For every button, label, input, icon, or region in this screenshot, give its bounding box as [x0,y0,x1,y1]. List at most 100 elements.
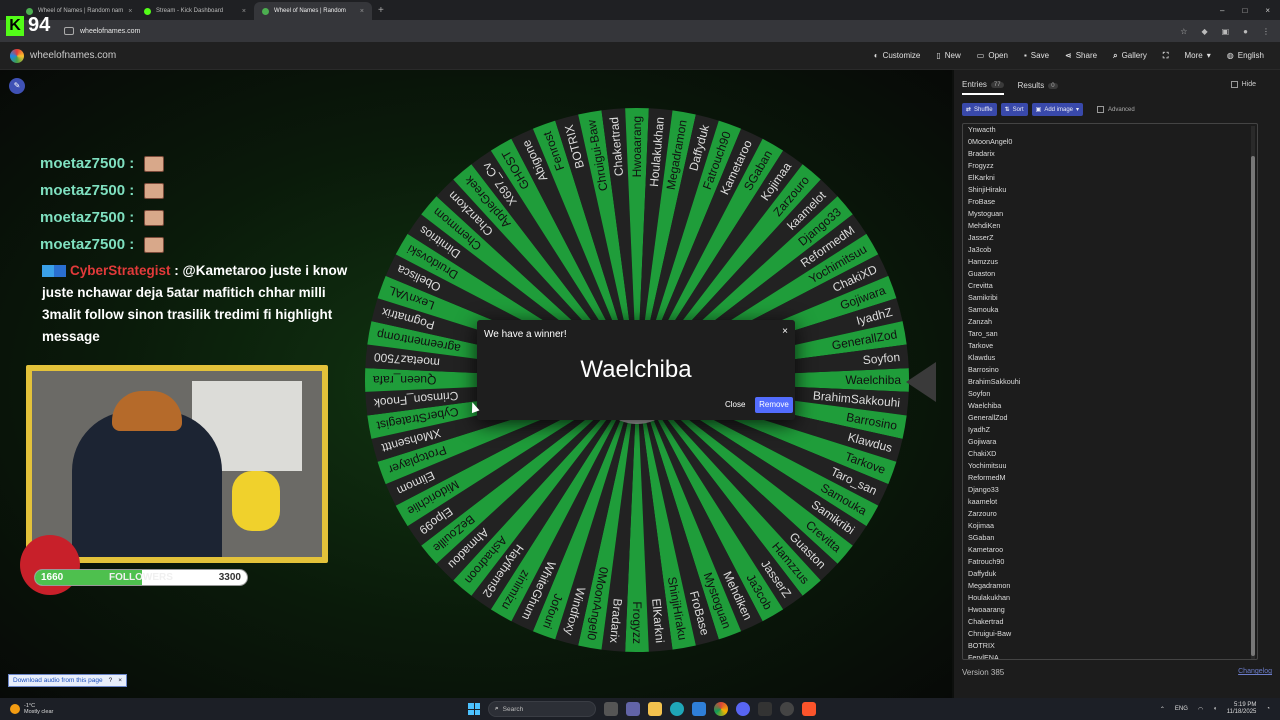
tray-overflow-icon[interactable]: ⌃ [1160,706,1165,713]
entry-line[interactable]: Django33 [963,484,1257,496]
scrollbar-thumb[interactable] [1251,156,1255,656]
customize-button[interactable]: ◐ Customize [874,51,921,61]
site-name[interactable]: wheelofnames.com [30,50,116,61]
store-icon[interactable] [692,702,706,716]
entry-line[interactable]: Yochimitsuu [963,460,1257,472]
entry-line[interactable]: Zarzouro [963,508,1257,520]
new-button[interactable]: ▯ New [936,51,960,61]
browser-tab-active[interactable]: Wheel of Names | Random × [254,2,372,20]
entry-line[interactable]: Tarkove [963,340,1257,352]
advanced-toggle[interactable]: Advanced [1097,106,1135,113]
minimize-icon[interactable]: – [1220,6,1224,15]
entries-textarea[interactable]: Ynwacth 0MoonAngel0 Bradarix Frogyzz ElKarkn… [962,123,1258,660]
download-audio-link[interactable]: Download audio from this page [13,677,103,684]
discord-icon[interactable] [736,702,750,716]
hide-toggle[interactable]: Hide [1230,81,1256,88]
entry-line[interactable]: Klawdus [963,352,1257,364]
dialog-close-icon[interactable]: × [782,326,788,337]
file-explorer-icon[interactable] [648,702,662,716]
add-image-button[interactable]: ▣ Add image ▾ [1031,103,1084,116]
entry-line[interactable]: Mystoguan [963,208,1257,220]
teams-icon[interactable] [626,702,640,716]
entries-scrollbar[interactable] [1251,126,1255,659]
entry-line[interactable]: Kojimaa [963,520,1257,532]
entry-line[interactable]: BOTRIX [963,640,1257,652]
entry-line[interactable]: SGaban [963,532,1257,544]
maximize-icon[interactable]: □ [1242,6,1247,15]
entry-line[interactable]: Hwoaarang [963,604,1257,616]
open-button[interactable]: ▭ Open [977,51,1008,61]
more-button[interactable]: More ▾ [1185,51,1211,61]
entry-line[interactable]: Frogyzz [963,160,1257,172]
entry-line[interactable]: kaamelot [963,496,1257,508]
entry-line[interactable]: MehdiKen [963,220,1257,232]
wifi-icon[interactable]: ◠ [1198,706,1203,713]
entry-line[interactable]: Soyfon [963,388,1257,400]
entry-line[interactable]: Zanzah [963,316,1257,328]
url-text[interactable]: wheelofnames.com [80,28,140,35]
entry-line[interactable]: Ja3cob [963,244,1257,256]
close-icon[interactable]: × [118,677,122,684]
close-button[interactable]: Close [725,400,745,409]
share-button[interactable]: ⋖ Share [1065,51,1097,61]
help-icon[interactable]: ? [109,677,113,684]
sort-button[interactable]: ⇅ Sort [1000,103,1028,116]
entry-line[interactable]: Samouka [963,304,1257,316]
entry-line[interactable]: Samikribi [963,292,1257,304]
changelog-link[interactable]: Changelog [1238,668,1272,675]
entry-line[interactable]: Kametaroo [963,544,1257,556]
entry-line[interactable]: Barrosino [963,364,1257,376]
entry-line[interactable]: Guaston [963,268,1257,280]
extension-icon[interactable]: ◆ [1201,27,1207,36]
entry-line[interactable]: GenerallZod [963,412,1257,424]
entry-line[interactable]: JasserZ [963,232,1257,244]
profile-avatar-icon[interactable]: ● [1243,27,1248,36]
new-tab-icon[interactable]: + [378,5,384,16]
obs-icon[interactable] [780,702,794,716]
gallery-button[interactable]: ⌕ Gallery [1113,51,1147,61]
entry-line[interactable]: Megadramon [963,580,1257,592]
entry-line[interactable]: Ynwacth [963,124,1257,136]
notification-bell-icon[interactable]: ◔ [1266,706,1270,712]
entry-line[interactable]: FroBase [963,196,1257,208]
entry-line[interactable]: BrahimSakkouhi [963,376,1257,388]
language-button[interactable]: ◍ English [1227,51,1264,61]
volume-icon[interactable]: ◖ [1213,706,1217,712]
entry-line[interactable]: Gojiwara [963,436,1257,448]
taskbar-search[interactable]: ⌕ Search [488,701,596,717]
entry-line[interactable]: Chruigui-Baw [963,628,1257,640]
entry-line[interactable]: Hamzzus [963,256,1257,268]
tab-entries[interactable]: Entries 77 [962,80,1004,95]
advanced-checkbox[interactable] [1097,106,1105,113]
terminal-icon[interactable] [758,702,772,716]
entry-line[interactable]: IyadhZ [963,424,1257,436]
edit-pencil-icon[interactable]: ✎ [9,78,25,94]
fullscreen-button[interactable]: ⛶ [1163,51,1169,61]
address-bar[interactable]: wheelofnames.com ☆ ◆ ▣ ● ⋮ [0,20,1280,42]
browser-menu-icon[interactable]: ⋮ [1262,27,1270,36]
entry-line[interactable]: Waelchiba [963,400,1257,412]
bookmark-star-icon[interactable]: ☆ [1180,27,1187,36]
entry-line[interactable]: ShinjiHiraku [963,184,1257,196]
entry-line[interactable]: Crevitta [963,280,1257,292]
entry-line[interactable]: ElKarkni [963,172,1257,184]
entry-line[interactable]: Daffyduk [963,568,1257,580]
wheel-logo-icon[interactable] [10,48,24,63]
entry-line[interactable]: 0MoonAngel0 [963,136,1257,148]
close-window-icon[interactable]: × [1265,6,1270,15]
entry-line[interactable]: FerylENA [963,652,1257,659]
entry-line[interactable]: Chakertrad [963,616,1257,628]
weather-widget[interactable]: -1°C Mostly clear [0,703,53,715]
chrome-icon[interactable] [714,702,728,716]
entry-line[interactable]: ChakiXD [963,448,1257,460]
clock[interactable]: 5:19 PM 11/18/2025 [1227,702,1257,716]
close-tab-icon[interactable]: × [242,8,246,15]
remove-button[interactable]: Remove [755,397,793,413]
task-view-icon[interactable] [604,702,618,716]
entry-line[interactable]: ReformedM [963,472,1257,484]
close-tab-icon[interactable]: × [360,8,364,15]
entry-line[interactable]: Taro_san [963,328,1257,340]
language-indicator[interactable]: ENG [1175,706,1188,712]
extensions-puzzle-icon[interactable]: ▣ [1222,27,1230,36]
browser-tab[interactable]: Stream - Kick Dashboard × [136,2,254,20]
